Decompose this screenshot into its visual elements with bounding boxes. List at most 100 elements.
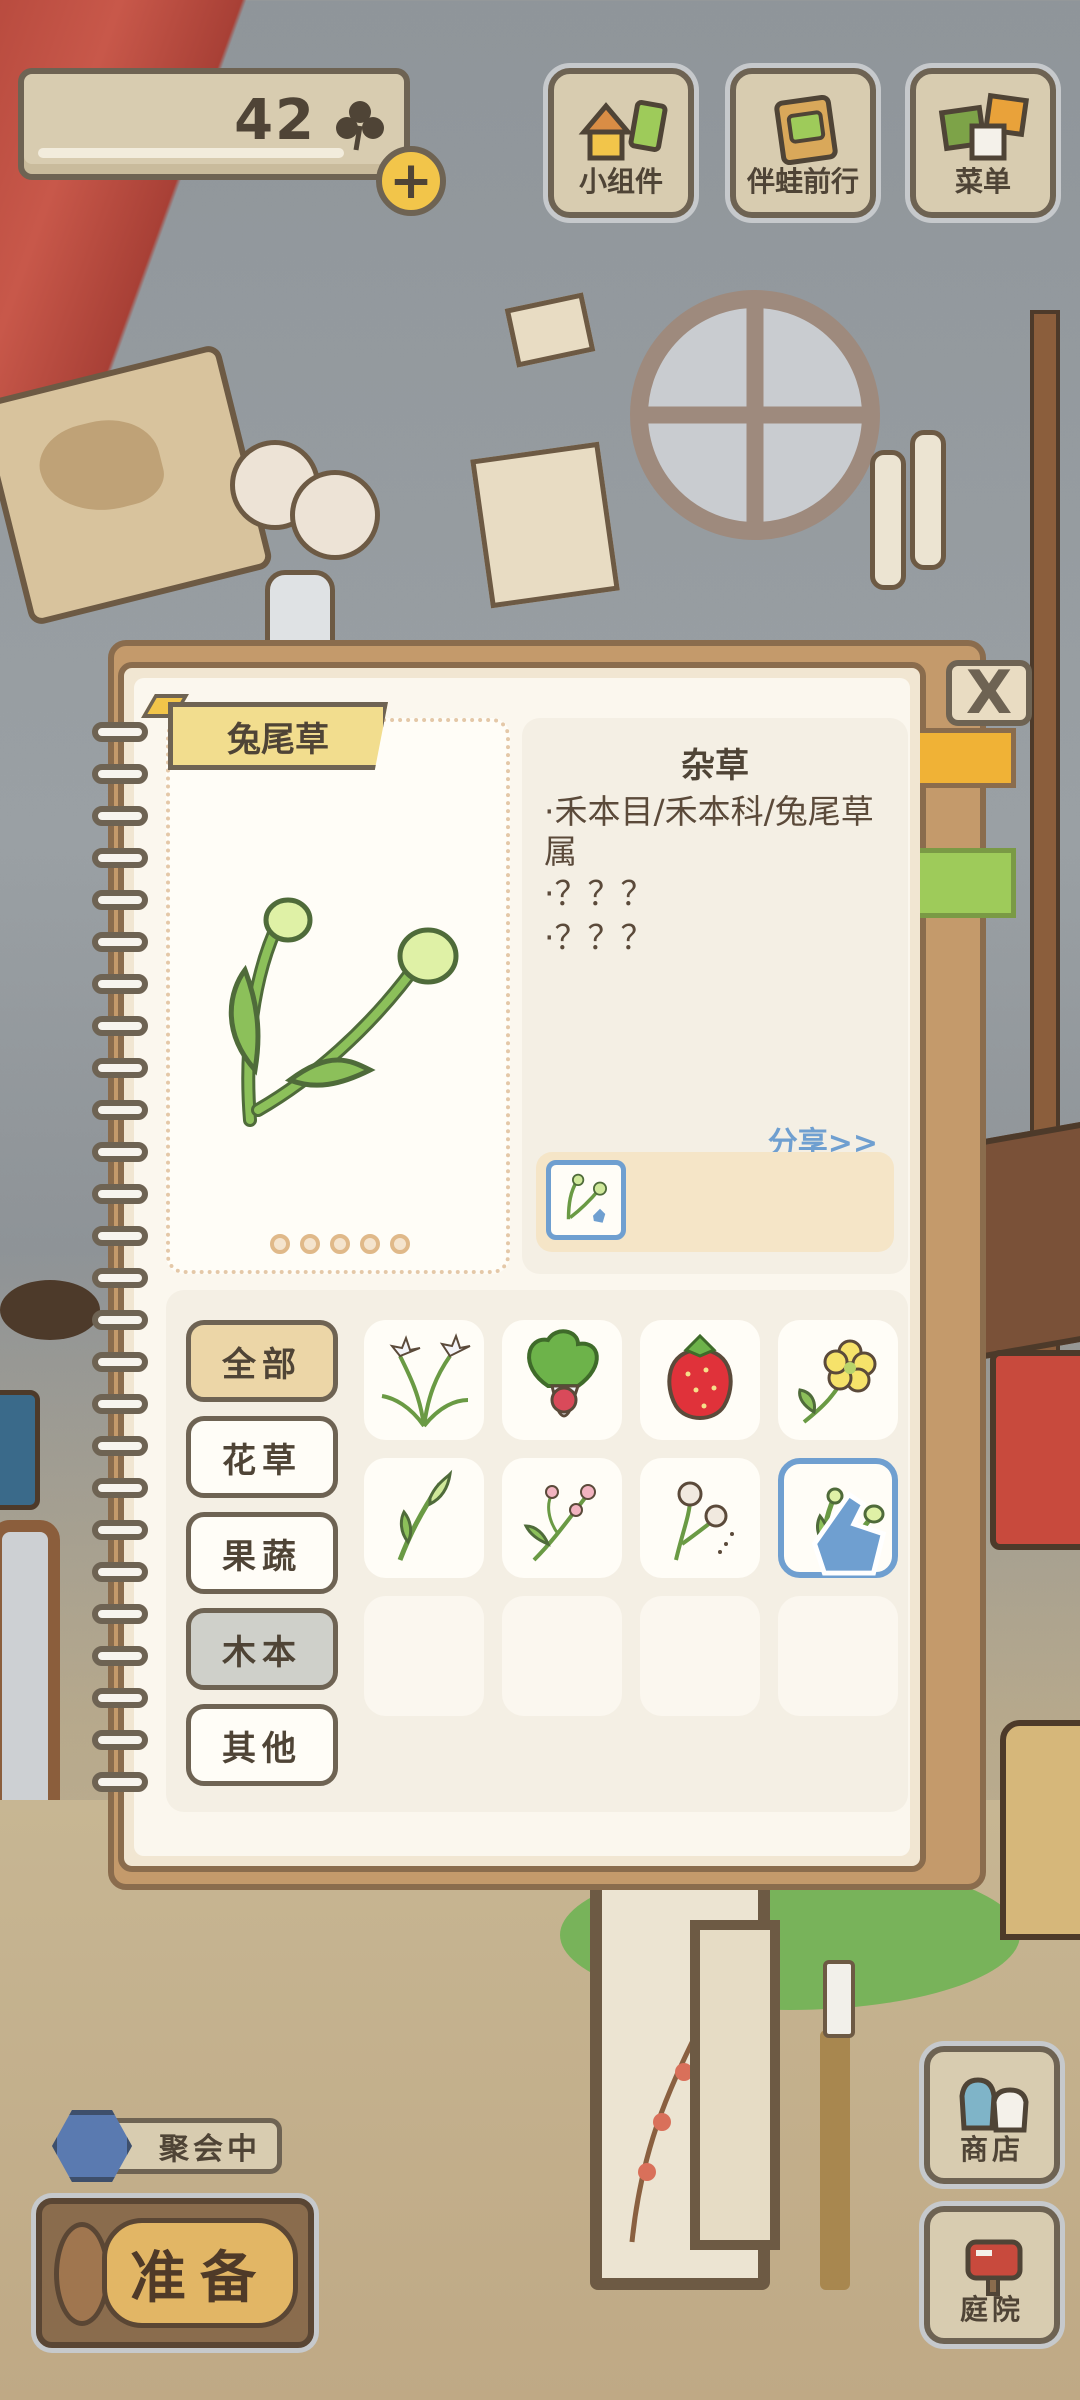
- category-tab[interactable]: 其他: [186, 1704, 338, 1786]
- yard-button-label: 庭院: [959, 2293, 1024, 2326]
- notebook-ring: [92, 1730, 148, 1750]
- category-tab[interactable]: 全部: [186, 1320, 338, 1402]
- menu-button-label: 菜单: [954, 165, 1011, 198]
- notebook-ring: [92, 1394, 148, 1414]
- shop-bags-icon: [959, 2077, 1029, 2133]
- notebook-ring: [92, 1520, 148, 1540]
- close-button[interactable]: X: [946, 660, 1032, 726]
- page-dot[interactable]: [300, 1234, 320, 1254]
- round-lattice-window: [630, 290, 880, 540]
- item-category: 杂草: [681, 746, 749, 786]
- notebook-ring: [92, 1142, 148, 1162]
- blue-jar: [0, 1390, 40, 1510]
- item-detail-unknown-1: ·？？？: [544, 874, 654, 913]
- variant-thumbnail-row: [536, 1152, 894, 1252]
- shop-button[interactable]: 商店: [924, 2046, 1060, 2184]
- clover-counter-panel: 42: [18, 68, 410, 180]
- red-cabinet: [990, 1350, 1080, 1550]
- category-tab[interactable]: 花草: [186, 1416, 338, 1498]
- notebook-ring: [92, 1100, 148, 1120]
- stool: [0, 1280, 100, 1340]
- notebook-ring: [92, 764, 148, 784]
- bunny-tail-grass-icon: [566, 1173, 607, 1223]
- pinned-note: [504, 292, 596, 368]
- notebook-ring: [92, 1772, 148, 1792]
- category-tab[interactable]: 木本: [186, 1608, 338, 1690]
- notebook-ring: [92, 722, 148, 742]
- notebook-ring: [92, 890, 148, 910]
- add-clover-button[interactable]: +: [376, 146, 446, 216]
- bookmark-tab-orange[interactable]: [920, 728, 1016, 788]
- radish-icon: [527, 1329, 599, 1418]
- collection-item[interactable]: [640, 1320, 760, 1440]
- travel-companion-icon: [774, 94, 838, 166]
- grass-sprout-icon: [397, 1469, 453, 1561]
- red-curtain: [0, 0, 310, 410]
- notebook-ring: [92, 1268, 148, 1288]
- yard-button[interactable]: 庭院: [924, 2206, 1060, 2344]
- page-dot[interactable]: [270, 1234, 290, 1254]
- ready-button-label: 准备: [102, 2218, 298, 2328]
- widget-button[interactable]: 小组件: [548, 68, 694, 218]
- folding-screen-panel: [690, 1920, 780, 2250]
- notebook-ring: [92, 806, 148, 826]
- item-detail-taxonomy: ·禾本目/禾本科/兔尾草属: [544, 792, 874, 871]
- collection-item[interactable]: [640, 1458, 760, 1578]
- notebook-ring: [92, 1058, 148, 1078]
- buttercup-flower-icon: [798, 1339, 877, 1424]
- bookmark-tab-green[interactable]: [920, 848, 1016, 918]
- notebook-ring: [92, 1436, 148, 1456]
- clover-count: 42: [234, 88, 316, 153]
- notebook-ring: [92, 1352, 148, 1372]
- strawberry-icon: [667, 1333, 733, 1420]
- candle-stand: [820, 1960, 855, 2290]
- variant-thumbnail[interactable]: [546, 1160, 626, 1240]
- page-indicator: [270, 1234, 420, 1254]
- empty-collection-slot: [502, 1596, 622, 1716]
- category-tab[interactable]: 果蔬: [186, 1512, 338, 1594]
- pinned-letters: [470, 441, 620, 609]
- page-dot[interactable]: [390, 1234, 410, 1254]
- page-dot[interactable]: [330, 1234, 350, 1254]
- empty-collection-slot: [640, 1596, 760, 1716]
- notebook-ring: [92, 1310, 148, 1330]
- scroll-holder: [860, 430, 980, 590]
- party-status-badge[interactable]: 聚会中: [52, 2110, 282, 2182]
- page-dot[interactable]: [360, 1234, 380, 1254]
- item-name-ribbon: 兔尾草: [168, 702, 388, 770]
- widget-icon: [578, 100, 668, 161]
- empty-collection-slot: [364, 1596, 484, 1716]
- collection-item[interactable]: [364, 1458, 484, 1578]
- collection-item[interactable]: [502, 1458, 622, 1578]
- collection-item[interactable]: [502, 1320, 622, 1440]
- notebook-ring: [92, 1646, 148, 1666]
- empty-collection-slot: [778, 1596, 898, 1716]
- bunny-tail-grass-illustration: [228, 897, 459, 1127]
- collection-item[interactable]: [778, 1458, 898, 1578]
- collection-item[interactable]: [778, 1320, 898, 1440]
- clover-icon: [336, 101, 384, 151]
- pointer-hand-icon: [811, 1491, 887, 1576]
- snowdrop-flower-icon: [381, 1333, 471, 1428]
- item-detail-unknown-2: ·？？？: [544, 918, 654, 957]
- ready-button[interactable]: 准备: [36, 2198, 314, 2348]
- notebook-ring: [92, 1478, 148, 1498]
- clover-bar: [38, 148, 344, 158]
- wooden-bench: [980, 1120, 1080, 1360]
- notebook-ring: [92, 1604, 148, 1624]
- notebook-ring: [92, 974, 148, 994]
- collection-item[interactable]: [364, 1320, 484, 1440]
- travel-companion-button[interactable]: 伴蛙前行: [730, 68, 876, 218]
- item-info-card: 杂草 ·禾本目/禾本科/兔尾草属 ·？？？ ·？？？ 分享>>: [522, 718, 908, 1274]
- notebook-ring: [92, 1688, 148, 1708]
- notebook-ring: [92, 848, 148, 868]
- collection-grid-panel: 全部花草果蔬木本其他: [166, 1290, 908, 1812]
- pink-flower-sprig-icon: [523, 1484, 596, 1562]
- notebook-ring: [92, 1226, 148, 1246]
- notebook-ring: [92, 1016, 148, 1036]
- menu-button[interactable]: 菜单: [910, 68, 1056, 218]
- notebook-ring: [92, 932, 148, 952]
- menu-icon: [938, 92, 1030, 161]
- notebook-ring: [92, 1562, 148, 1582]
- tent-hut: [1000, 1720, 1080, 1940]
